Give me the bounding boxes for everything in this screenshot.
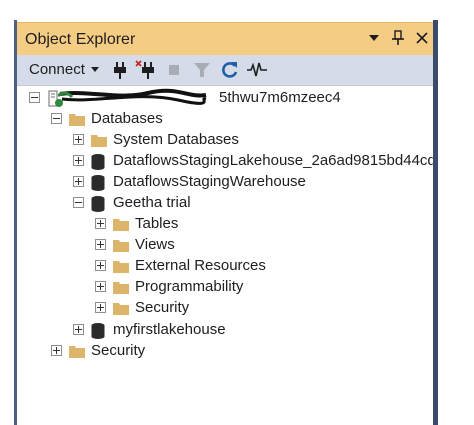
title-controls (367, 29, 429, 47)
activity-monitor-icon[interactable] (246, 59, 268, 81)
panel-title: Object Explorer (25, 31, 136, 48)
expand-toggle[interactable] (73, 324, 84, 335)
object-explorer-tree: 5thwu7m6mzeec4 Databases System Database… (17, 86, 433, 416)
expand-toggle[interactable] (95, 260, 106, 271)
tree-node-label: DataflowsStagingWarehouse (113, 173, 306, 190)
database-icon (90, 195, 108, 212)
pin-icon[interactable] (391, 29, 405, 47)
tree-node-server-security[interactable]: Security (51, 340, 145, 361)
database-icon (90, 153, 108, 170)
tree-node-label: External Resources (135, 257, 266, 274)
tree-node-label: Programmability (135, 278, 244, 295)
tree-node-label: Views (135, 236, 175, 253)
tree-node-system-databases[interactable]: System Databases (73, 129, 239, 150)
database-icon (90, 322, 108, 339)
disconnect-icon[interactable] (135, 59, 157, 81)
folder-icon (112, 300, 130, 316)
collapse-toggle[interactable] (51, 113, 62, 124)
redaction-scribble (58, 88, 207, 105)
connect-icon[interactable] (109, 59, 131, 81)
folder-icon (112, 216, 130, 232)
tree-node-label: Geetha trial (113, 194, 191, 211)
panel-title-bar[interactable]: Object Explorer (17, 22, 433, 56)
refresh-icon[interactable] (219, 59, 241, 81)
tree-node-database[interactable]: DataflowsStagingLakehouse_2a6ad9815bd44c… (73, 150, 433, 171)
expand-toggle[interactable] (73, 134, 84, 145)
database-icon (90, 174, 108, 191)
expand-toggle[interactable] (51, 345, 62, 356)
connect-label: Connect (29, 61, 85, 78)
tree-node-database[interactable]: myfirstlakehouse (73, 319, 226, 340)
tree-node-database[interactable]: Geetha trial (73, 192, 191, 213)
tree-node-security[interactable]: Security (95, 297, 189, 318)
tree-node-programmability[interactable]: Programmability (95, 276, 243, 297)
folder-icon (112, 237, 130, 253)
connect-dropdown-icon[interactable] (90, 67, 99, 72)
tree-node-label: Security (91, 342, 146, 359)
expand-toggle[interactable] (73, 155, 84, 166)
databases-label: Databases (91, 110, 163, 127)
connect-button[interactable]: Connect (29, 61, 99, 78)
object-explorer-toolbar: Connect (17, 55, 433, 86)
expand-toggle[interactable] (95, 218, 106, 229)
expand-toggle[interactable] (95, 281, 106, 292)
tree-node-tables[interactable]: Tables (95, 213, 178, 234)
tree-node-database[interactable]: DataflowsStagingWarehouse (73, 171, 306, 192)
tree-node-external-resources[interactable]: External Resources (95, 255, 266, 276)
folder-icon (112, 279, 130, 295)
tree-node-label: Security (135, 299, 190, 316)
collapse-toggle[interactable] (73, 197, 84, 208)
tree-node-label: myfirstlakehouse (113, 321, 226, 338)
tree-node-databases[interactable]: Databases (51, 108, 163, 129)
expand-toggle[interactable] (95, 302, 106, 313)
stop-icon[interactable] (163, 59, 185, 81)
expand-toggle[interactable] (73, 176, 84, 187)
expand-toggle[interactable] (95, 239, 106, 250)
folder-icon (90, 132, 108, 148)
tree-node-views[interactable]: Views (95, 234, 175, 255)
tree-node-label: System Databases (113, 131, 239, 148)
close-icon[interactable] (415, 29, 429, 47)
filter-icon[interactable] (191, 59, 213, 81)
folder-icon (68, 343, 86, 359)
folder-icon (112, 258, 130, 274)
folder-icon (68, 111, 86, 127)
collapse-toggle[interactable] (29, 92, 40, 103)
tree-node-label: Tables (135, 215, 179, 232)
tree-node-label: DataflowsStagingLakehouse_2a6ad9815bd44c… (113, 152, 433, 169)
panel-right-border (433, 20, 438, 425)
chevron-down-icon[interactable] (367, 29, 381, 47)
